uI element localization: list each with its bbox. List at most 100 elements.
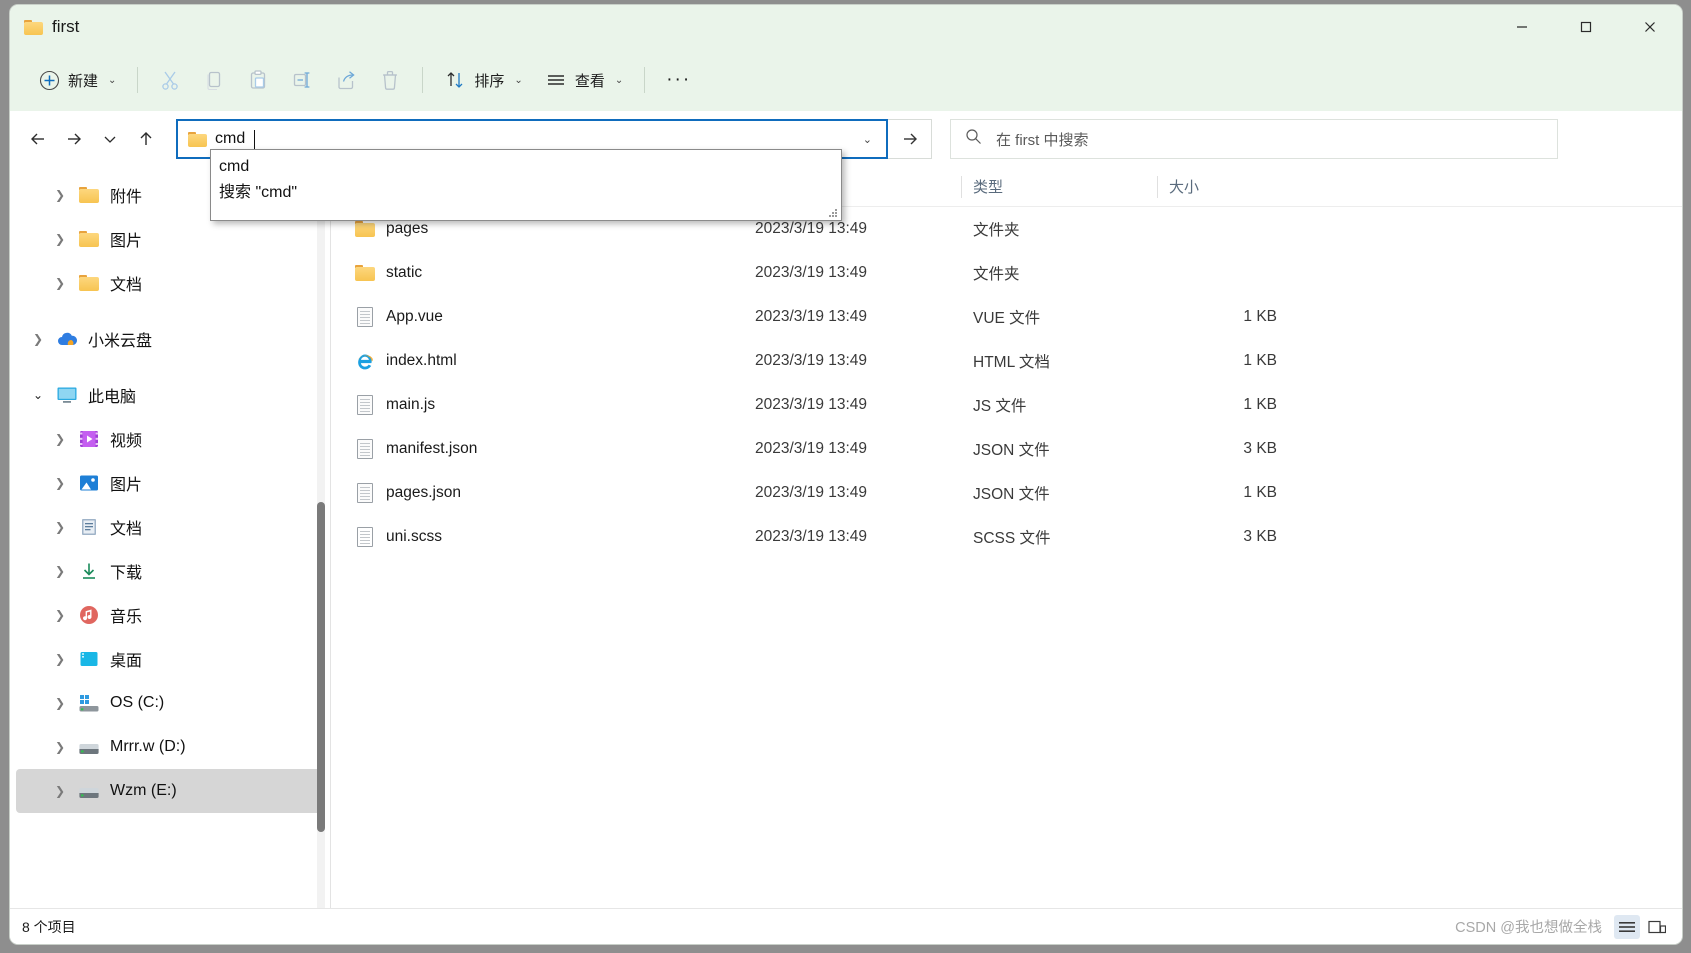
chevron-down-icon: ⌄ [108,75,116,86]
chevron-down-icon[interactable]: ⌄ [30,388,46,402]
table-row[interactable]: static 2023/3/19 13:49 文件夹 [331,251,1682,295]
share-button[interactable] [325,61,367,99]
column-header-type[interactable]: 类型 [961,174,1157,200]
file-size: 1 KB [1157,295,1285,339]
share-icon [335,69,357,91]
table-row[interactable]: pages.json 2023/3/19 13:49 JSON 文件 1 KB [331,471,1682,515]
search-placeholder: 在 first 中搜索 [996,129,1089,150]
copy-button[interactable] [193,61,235,99]
file-name-cell: manifest.json [343,427,743,471]
chevron-right-icon[interactable]: ❯ [52,652,68,666]
folder-icon [78,184,100,206]
chevron-right-icon[interactable]: ❯ [30,332,46,346]
search-input[interactable]: 在 first 中搜索 [950,119,1558,159]
sidebar-item-documents[interactable]: ❯ 文档 [16,505,324,549]
resize-grip-icon[interactable] [827,207,837,217]
sidebar-item-this-pc[interactable]: ⌄ 此电脑 [16,373,324,417]
sidebar-item-music[interactable]: ❯ 音乐 [16,593,324,637]
view-button[interactable]: 查看 ⌄ [535,61,633,99]
chevron-right-icon[interactable]: ❯ [52,696,68,710]
file-name: pages [386,220,428,238]
sidebar-item-documents-quick[interactable]: ❯ 文档 [16,261,324,305]
chevron-right-icon[interactable]: ❯ [52,432,68,446]
chevron-right-icon[interactable]: ❯ [52,784,68,798]
autocomplete-item-0[interactable]: cmd [217,154,841,180]
sidebar-item-videos[interactable]: ❯ 视频 [16,417,324,461]
cut-button[interactable] [149,61,191,99]
sidebar-item-desktop[interactable]: ❯ 桌面 [16,637,324,681]
sidebar-item-xiaomi-cloud[interactable]: ❯ 小米云盘 [16,317,324,361]
folder-icon [188,131,207,147]
more-options-button[interactable]: ··· [656,61,701,99]
back-button[interactable] [20,121,56,157]
go-button[interactable] [888,119,932,159]
sidebar-item-pictures[interactable]: ❯ 图片 [16,461,324,505]
table-row[interactable]: index.html 2023/3/19 13:49 HTML 文档 1 KB [331,339,1682,383]
chevron-right-icon[interactable]: ❯ [52,520,68,534]
document-icon [355,482,375,504]
watermark: CSDN @我也想做全栈 [1455,916,1614,937]
sort-button[interactable]: 排序 ⌄ [434,61,532,99]
new-button[interactable]: 新建 ⌄ [28,61,126,99]
chevron-down-icon[interactable]: ⌄ [863,133,878,146]
chevron-right-icon[interactable]: ❯ [52,276,68,290]
details-view-button[interactable] [1614,915,1640,939]
sidebar-item-downloads[interactable]: ❯ 下载 [16,549,324,593]
recent-locations-button[interactable] [92,121,128,157]
cloud-icon [56,328,78,350]
view-toggle-group [1614,915,1670,939]
autocomplete-item-1[interactable]: 搜索 "cmd" [217,180,841,206]
up-button[interactable] [128,121,164,157]
sidebar-item-drive-d[interactable]: ❯ Mrrr.w (D:) [16,725,324,769]
folder-icon [355,262,375,284]
table-row[interactable]: main.js 2023/3/19 13:49 JS 文件 1 KB [331,383,1682,427]
file-size: 3 KB [1157,427,1285,471]
table-row[interactable]: uni.scss 2023/3/19 13:49 SCSS 文件 3 KB [331,515,1682,559]
file-date: 2023/3/19 13:49 [743,471,961,515]
file-size [1157,251,1285,295]
rename-button[interactable] [281,61,323,99]
paste-button[interactable] [237,61,279,99]
navigation-pane: ❯ 附件 ❯ 图片 ❯ 文档 ❯ [10,167,330,908]
sidebar-item-label: 此电脑 [88,383,136,407]
minimize-button[interactable] [1490,5,1554,49]
file-date: 2023/3/19 13:49 [743,339,961,383]
large-icons-view-button[interactable] [1644,915,1670,939]
address-bar-container: cmd ⌄ cmd 搜索 "cmd" [176,119,888,159]
file-size: 1 KB [1157,339,1285,383]
file-name: uni.scss [386,528,442,546]
sidebar-scrollbar-thumb[interactable] [317,502,325,832]
sidebar-item-os-c[interactable]: ❯ OS (C:) [16,681,324,725]
chevron-right-icon[interactable]: ❯ [52,188,68,202]
folder-icon [78,272,100,294]
file-date: 2023/3/19 13:49 [743,383,961,427]
sidebar-item-label: 附件 [110,183,142,207]
chevron-right-icon[interactable]: ❯ [52,564,68,578]
forward-button[interactable] [56,121,92,157]
chevron-right-icon[interactable]: ❯ [52,608,68,622]
maximize-button[interactable] [1554,5,1618,49]
documents-icon [78,516,100,538]
table-row[interactable]: App.vue 2023/3/19 13:49 VUE 文件 1 KB [331,295,1682,339]
title-bar: first [10,5,1682,49]
address-autocomplete-dropdown: cmd 搜索 "cmd" [210,149,842,221]
close-button[interactable] [1618,5,1682,49]
view-button-label: 查看 [575,70,605,91]
file-name: manifest.json [386,440,477,458]
ie-icon [355,350,375,372]
copy-icon [203,69,225,91]
sidebar-item-drive-e[interactable]: ❯ Wzm (E:) [16,769,324,813]
chevron-right-icon[interactable]: ❯ [52,232,68,246]
toolbar-divider-2 [422,67,423,93]
file-type: VUE 文件 [961,295,1157,339]
text-caret [254,130,255,149]
folder-tab[interactable]: first [10,17,79,37]
chevron-right-icon[interactable]: ❯ [52,476,68,490]
drive-icon [78,780,100,802]
column-header-size[interactable]: 大小 [1157,174,1285,200]
sidebar-item-pictures-quick[interactable]: ❯ 图片 [16,217,324,261]
table-row[interactable]: manifest.json 2023/3/19 13:49 JSON 文件 3 … [331,427,1682,471]
file-name-cell: pages.json [343,471,743,515]
chevron-right-icon[interactable]: ❯ [52,740,68,754]
delete-button[interactable] [369,61,411,99]
